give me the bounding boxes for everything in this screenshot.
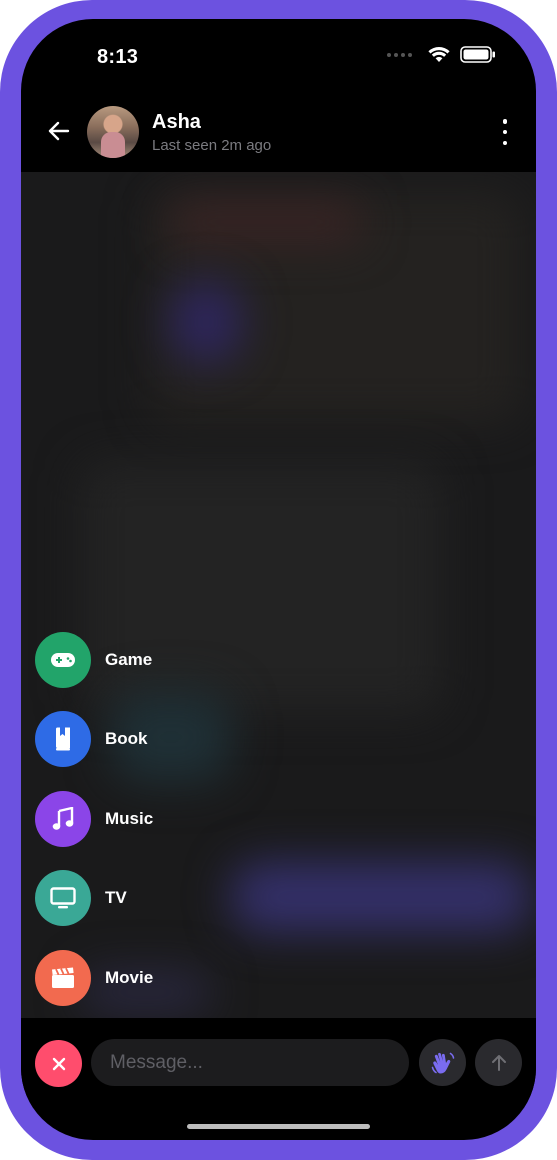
chat-header: Asha Last seen 2m ago (21, 99, 536, 172)
music-note-icon (52, 807, 74, 830)
attach-label: TV (105, 888, 127, 907)
blurred-image (171, 282, 241, 362)
wifi-icon (428, 46, 450, 62)
close-icon (52, 1057, 65, 1070)
status-indicators (387, 46, 496, 63)
attach-item-game[interactable]: Game (35, 632, 152, 688)
book-icon (56, 727, 70, 751)
close-attach-menu-button[interactable] (35, 1040, 82, 1087)
phone-screen: 8:13 Asha Last seen 2m ago Game Book Mus… (21, 19, 536, 1140)
attach-item-movie[interactable]: Movie (35, 950, 153, 1006)
attach-item-book[interactable]: Book (35, 711, 148, 767)
clapperboard-icon (52, 967, 74, 988)
status-bar: 8:13 (21, 19, 536, 99)
blurred-image (171, 202, 361, 242)
attach-label: Music (105, 809, 154, 828)
home-indicator[interactable] (187, 1124, 370, 1129)
attach-icon-circle (35, 791, 91, 847)
gamepad-icon (51, 653, 75, 667)
status-time: 8:13 (97, 46, 139, 68)
more-options-button[interactable] (498, 119, 512, 145)
attach-icon-circle (35, 632, 91, 688)
attach-icon-circle (35, 711, 91, 767)
more-dot (502, 140, 508, 145)
attach-item-music[interactable]: Music (35, 791, 153, 847)
contact-avatar[interactable] (87, 106, 139, 158)
avatar-figure (101, 132, 125, 158)
tv-icon (50, 887, 76, 909)
cellular-signal-icon (387, 52, 412, 57)
attach-label: Movie (105, 968, 154, 987)
battery-icon (460, 46, 495, 63)
wave-button[interactable] (419, 1039, 466, 1086)
attach-item-tv[interactable]: TV (35, 870, 127, 926)
attach-label: Book (105, 729, 148, 748)
arrow-left-icon (48, 121, 70, 141)
message-input[interactable] (91, 1039, 409, 1086)
contact-name[interactable]: Asha (152, 111, 201, 134)
arrow-up-icon (491, 1054, 506, 1071)
waving-hand-icon (431, 1052, 454, 1073)
attach-label: Game (105, 650, 153, 669)
send-button[interactable] (475, 1039, 522, 1086)
message-composer (21, 1018, 536, 1108)
back-button[interactable] (45, 117, 73, 145)
last-seen-status: Last seen 2m ago (152, 137, 272, 154)
attach-icon-circle (35, 950, 91, 1006)
more-dot (502, 119, 508, 124)
attach-icon-circle (35, 870, 91, 926)
more-dot (502, 129, 508, 135)
blurred-message (231, 862, 531, 932)
